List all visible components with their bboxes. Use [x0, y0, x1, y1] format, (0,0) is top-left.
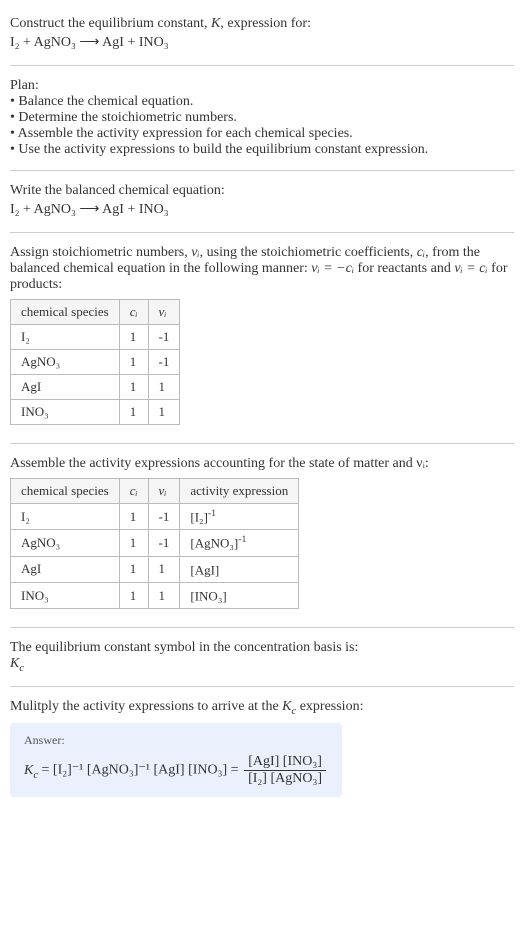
cell: AgI: [11, 375, 120, 400]
col-header: cᵢ: [119, 479, 148, 504]
relation: νᵢ = −cᵢ: [311, 261, 354, 276]
table-row: I₂1-1: [11, 325, 180, 350]
activity-table: chemical species cᵢ νᵢ activity expressi…: [10, 478, 299, 609]
cell: INO₃: [11, 400, 120, 425]
cell: -1: [148, 325, 180, 350]
cell: -1: [148, 350, 180, 375]
final-section: Mulitply the activity expressions to arr…: [10, 691, 514, 805]
table-row: AgNO₃ 1 -1 [AgNO₃]-1: [11, 530, 299, 556]
table-row: AgI 1 1 [AgI]: [11, 556, 299, 582]
cell: 1: [119, 530, 148, 556]
cell: -1: [148, 530, 180, 556]
answer-label: Answer:: [24, 733, 328, 748]
col-header: chemical species: [11, 479, 120, 504]
col-header: chemical species: [11, 300, 120, 325]
answer-expression: Kc = [I₂]⁻¹ [AgNO₃]⁻¹ [AgI] [INO₃] = [Ag…: [24, 754, 328, 787]
intro-K: K: [211, 16, 220, 31]
text: for reactants and: [354, 261, 454, 276]
symbol-section: The equilibrium constant symbol in the c…: [10, 632, 514, 682]
cell: 1: [148, 556, 180, 582]
divider: [10, 170, 514, 171]
cell: INO₃: [11, 582, 120, 608]
table-row: AgI11: [11, 375, 180, 400]
cell: AgI: [11, 556, 120, 582]
symbol-text: The equilibrium constant symbol in the c…: [10, 640, 514, 656]
activity-section: Assemble the activity expressions accoun…: [10, 448, 514, 623]
cell: 1: [148, 400, 180, 425]
plan-item: Use the activity expressions to build th…: [10, 142, 514, 158]
cell: I₂: [11, 325, 120, 350]
cell: -1: [148, 504, 180, 530]
divider: [10, 65, 514, 66]
intro-text-a: Construct the equilibrium constant,: [10, 16, 211, 31]
divider: [10, 627, 514, 628]
cell: 1: [119, 375, 148, 400]
plan-title: Plan:: [10, 78, 514, 94]
final-intro: Mulitply the activity expressions to arr…: [10, 699, 514, 717]
intro: Construct the equilibrium constant, K, e…: [10, 8, 514, 61]
divider: [10, 232, 514, 233]
table-header-row: chemical species cᵢ νᵢ: [11, 300, 180, 325]
cell: 1: [119, 325, 148, 350]
kc-symbol: Kc: [282, 699, 296, 714]
plan-list: Balance the chemical equation. Determine…: [10, 94, 514, 158]
balanced-title: Write the balanced chemical equation:: [10, 183, 514, 199]
col-header: activity expression: [180, 479, 299, 504]
cell: 1: [119, 350, 148, 375]
cell: [I₂]-1: [180, 504, 299, 530]
table-row: AgNO₃1-1: [11, 350, 180, 375]
relation: νᵢ = cᵢ: [454, 261, 487, 276]
cell: [AgNO₃]-1: [180, 530, 299, 556]
nu-symbol: νᵢ: [191, 245, 199, 260]
col-header: νᵢ: [148, 479, 180, 504]
col-header: cᵢ: [119, 300, 148, 325]
table-row: I₂ 1 -1 [I₂]-1: [11, 504, 299, 530]
cell: 1: [119, 400, 148, 425]
activity-intro: Assemble the activity expressions accoun…: [10, 456, 514, 472]
text: Assign stoichiometric numbers,: [10, 245, 191, 260]
balanced-section: Write the balanced chemical equation: I₂…: [10, 175, 514, 228]
cell: 1: [119, 582, 148, 608]
cell: 1: [148, 582, 180, 608]
plan-item: Determine the stoichiometric numbers.: [10, 110, 514, 126]
kc-symbol: Kc: [10, 656, 514, 674]
numerator: [AgI] [INO₃]: [244, 754, 326, 771]
divider: [10, 686, 514, 687]
text: Mulitply the activity expressions to arr…: [10, 699, 282, 714]
plan-item: Balance the chemical equation.: [10, 94, 514, 110]
col-header: νᵢ: [148, 300, 180, 325]
cell: I₂: [11, 504, 120, 530]
ci-symbol: cᵢ: [417, 245, 425, 260]
table-row: INO₃11: [11, 400, 180, 425]
divider: [10, 443, 514, 444]
cell: AgNO₃: [11, 530, 120, 556]
plan-item: Assemble the activity expression for eac…: [10, 126, 514, 142]
cell: 1: [119, 504, 148, 530]
cell: [INO₃]: [180, 582, 299, 608]
expression-mid: = [I₂]⁻¹ [AgNO₃]⁻¹ [AgI] [INO₃] =: [38, 763, 242, 778]
balanced-equation: I₂ + AgNO₃ ⟶ AgI + INO₃: [10, 199, 514, 220]
answer-box: Answer: Kc = [I₂]⁻¹ [AgNO₃]⁻¹ [AgI] [INO…: [10, 723, 342, 797]
plan-section: Plan: Balance the chemical equation. Det…: [10, 70, 514, 166]
text: , using the stoichiometric coefficients,: [200, 245, 417, 260]
cell: AgNO₃: [11, 350, 120, 375]
denominator: [I₂] [AgNO₃]: [244, 771, 326, 787]
cell: 1: [119, 556, 148, 582]
intro-text-b: , expression for:: [220, 16, 311, 31]
table-header-row: chemical species cᵢ νᵢ activity expressi…: [11, 479, 299, 504]
intro-equation: I₂ + AgNO₃ ⟶ AgI + INO₃: [10, 32, 514, 53]
table-row: INO₃ 1 1 [INO₃]: [11, 582, 299, 608]
fraction: [AgI] [INO₃][I₂] [AgNO₃]: [244, 754, 326, 787]
text: expression:: [296, 699, 363, 714]
stoich-table: chemical species cᵢ νᵢ I₂1-1 AgNO₃1-1 Ag…: [10, 299, 180, 425]
cell: 1: [148, 375, 180, 400]
stoich-intro: Assign stoichiometric numbers, νᵢ, using…: [10, 245, 514, 293]
stoich-section: Assign stoichiometric numbers, νᵢ, using…: [10, 237, 514, 439]
cell: [AgI]: [180, 556, 299, 582]
